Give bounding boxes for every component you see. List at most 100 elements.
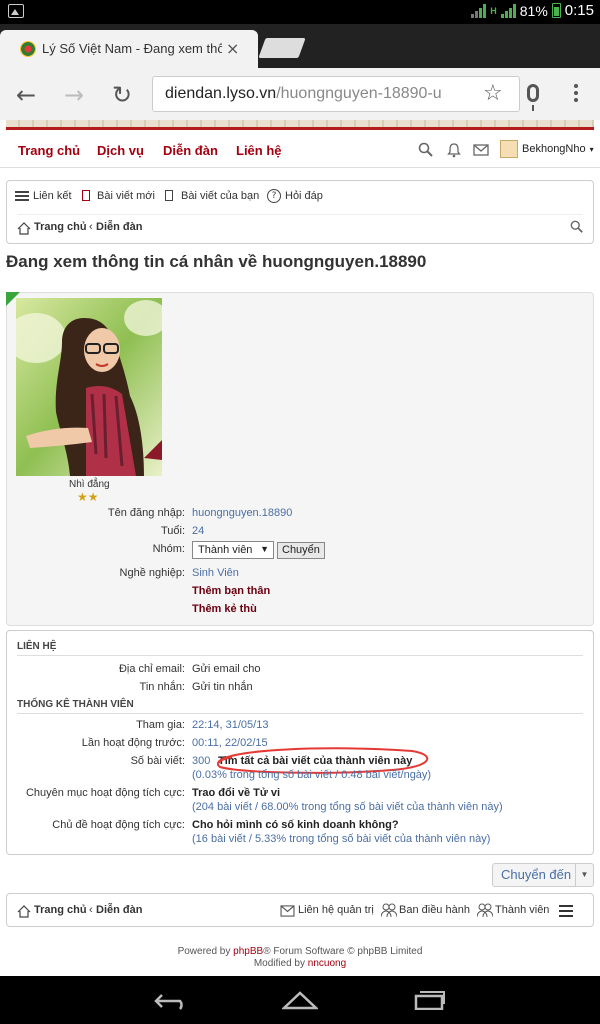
your-posts-link[interactable]: Bài viết của bạn [181,190,259,202]
address-bar: ← → ↻ diendan.lyso.vn/huongnguyen-18890-… [0,68,600,120]
your-posts-icon [165,190,173,201]
faq-icon: ? [267,189,281,203]
add-friend-link[interactable]: Thêm bạn thân [192,585,270,597]
active-topic-label: Chủ đề hoạt động tích cực: [52,819,185,831]
reload-icon[interactable]: ↻ [112,81,132,109]
battery-icon [551,3,561,18]
team-icon [381,903,397,917]
pm-link[interactable]: Gửi tin nhắn [192,681,253,693]
top-navigation: Trang chủ Dịch vụ Diễn đàn Liên hệ Bekho… [0,134,600,168]
battery-percent: 81% [519,2,548,19]
active-forum-detail: (204 bài viết / 68.00% trong tổng số bài… [192,801,503,813]
avatar [500,140,518,158]
chevron-down-icon: ▼ [575,864,593,886]
jump-to-label: Chuyển đến [501,867,572,882]
image-notification-icon [8,4,24,18]
rank-stars-icon: ★★ [77,490,99,504]
last-active-label: Lần hoạt động trước: [81,737,185,749]
url-text: diendan.lyso.vn/huongnguyen-18890-u [165,85,442,102]
microphone-icon[interactable] [527,84,539,111]
site-favicon-icon [20,41,36,57]
age-label: Tuổi: [160,525,185,537]
active-topic-detail: (16 bài viết / 5.33% trong tổng số bài v… [192,833,491,845]
nav-contact[interactable]: Liên hệ [236,143,282,158]
tab-bar: Lý Số Việt Nam - Đang xem thông × [0,24,600,68]
breadcrumb-home[interactable]: Trang chủ [34,221,87,233]
envelope-icon [280,905,295,917]
close-tab-icon[interactable]: × [226,39,239,58]
username-value: huongnguyen.18890 [192,507,293,519]
system-back-icon[interactable] [154,992,190,1010]
breadcrumb-search-icon[interactable] [570,220,584,234]
active-forum-label: Chuyên mục hoạt động tích cực: [25,787,185,799]
quick-links[interactable]: Liên kết [15,189,72,203]
profile-panel: Nhì đẳng ★★ Tên đăng nhập: huongnguyen.1… [6,292,594,626]
new-tab-button[interactable] [258,38,306,58]
change-group-button[interactable]: Chuyển [277,542,325,559]
user-menu[interactable]: BekhongNho ▾ [500,140,594,158]
members-link[interactable]: Thành viên [495,904,549,916]
forward-arrow-icon[interactable]: → [64,81,84,109]
mail-icon[interactable] [473,142,489,158]
footer-home-icon [17,905,31,918]
posts-label: Số bài viết: [130,755,185,767]
home-icon [17,222,31,235]
signal-icon-2 [500,3,516,18]
caret-down-icon: ▾ [589,144,594,154]
back-arrow-icon[interactable]: ← [16,81,36,109]
toolbar-panel: Liên kết Bài viết mới Bài viết của bạn ?… [6,180,594,244]
contact-stats-panel: LIÊN HỆ Địa chỉ email: Gửi email cho Tin… [6,630,594,855]
active-topic-link[interactable]: Cho hỏi mình có số kinh doanh không? [192,819,399,831]
contact-admin-link[interactable]: Liên hệ quản trị [298,904,374,916]
footer-breadcrumb-forum[interactable]: Diễn đàn [96,904,142,916]
tab-title: Lý Số Việt Nam - Đang xem thông [42,41,222,56]
username-label: BekhongNho [522,143,586,155]
select-arrow-icon: ▼ [260,544,269,554]
members-icon [477,903,493,917]
add-foe-link[interactable]: Thêm kẻ thù [192,603,257,615]
stats-heading: THỐNG KÊ THÀNH VIÊN [17,699,134,710]
clock: 0:15 [564,2,594,19]
hamburger-icon [15,189,29,203]
status-bar: H 81% 0:15 [0,0,600,24]
system-nav-bar [0,976,600,1024]
group-select[interactable]: Thành viên ▼ [192,541,274,559]
browser-tab[interactable]: Lý Số Việt Nam - Đang xem thông × [0,30,258,68]
web-page: Trang chủ Dịch vụ Diễn đàn Liên hệ Bekho… [0,120,600,976]
system-recents-icon[interactable] [412,990,446,1010]
group-label: Nhóm: [152,543,185,555]
pm-label: Tin nhắn: [139,681,185,693]
nav-forum[interactable]: Diễn đàn [163,143,218,158]
nav-home[interactable]: Trang chủ [18,143,80,158]
credits: Powered by phpBB® Forum Software © phpBB… [177,946,423,969]
active-forum-link[interactable]: Trao đổi về Tử vi [192,787,280,799]
phpbb-link[interactable]: phpBB [233,946,263,957]
joined-label: Tham gia: [136,719,185,731]
breadcrumb-forum[interactable]: Diễn đàn [96,221,142,233]
team-link[interactable]: Ban điều hành [399,904,470,916]
search-icon[interactable] [418,142,434,158]
age-value: 24 [192,525,205,537]
site-banner [6,120,594,130]
footer-menu-icon[interactable] [559,905,573,917]
url-field[interactable]: diendan.lyso.vn/huongnguyen-18890-u ☆ [152,76,520,112]
nav-services[interactable]: Dịch vụ [97,143,144,158]
faq-link[interactable]: Hỏi đáp [285,190,323,202]
rank-title: Nhì đẳng [69,479,110,490]
jump-to-button[interactable]: Chuyển đến ▼ [492,863,594,887]
page-title: Đang xem thông tin cá nhân về huongnguye… [6,252,427,271]
group-select-value: Thành viên [198,544,253,556]
overflow-menu-icon[interactable] [574,84,578,105]
status-right: H 81% 0:15 [471,2,594,19]
system-home-icon[interactable] [282,990,318,1010]
bookmark-star-icon[interactable]: ☆ [483,81,503,106]
new-posts-link[interactable]: Bài viết mới [97,190,155,202]
author-link[interactable]: nncuong [308,958,346,969]
footer-breadcrumb-separator: ‹ [89,904,93,916]
email-link[interactable]: Gửi email cho [192,663,261,675]
bell-icon[interactable] [446,142,462,158]
breadcrumb-separator: ‹ [89,221,93,233]
footer-breadcrumb-home[interactable]: Trang chủ [34,904,87,916]
new-posts-icon [82,190,90,201]
joined-value: 22:14, 31/05/13 [192,719,269,731]
